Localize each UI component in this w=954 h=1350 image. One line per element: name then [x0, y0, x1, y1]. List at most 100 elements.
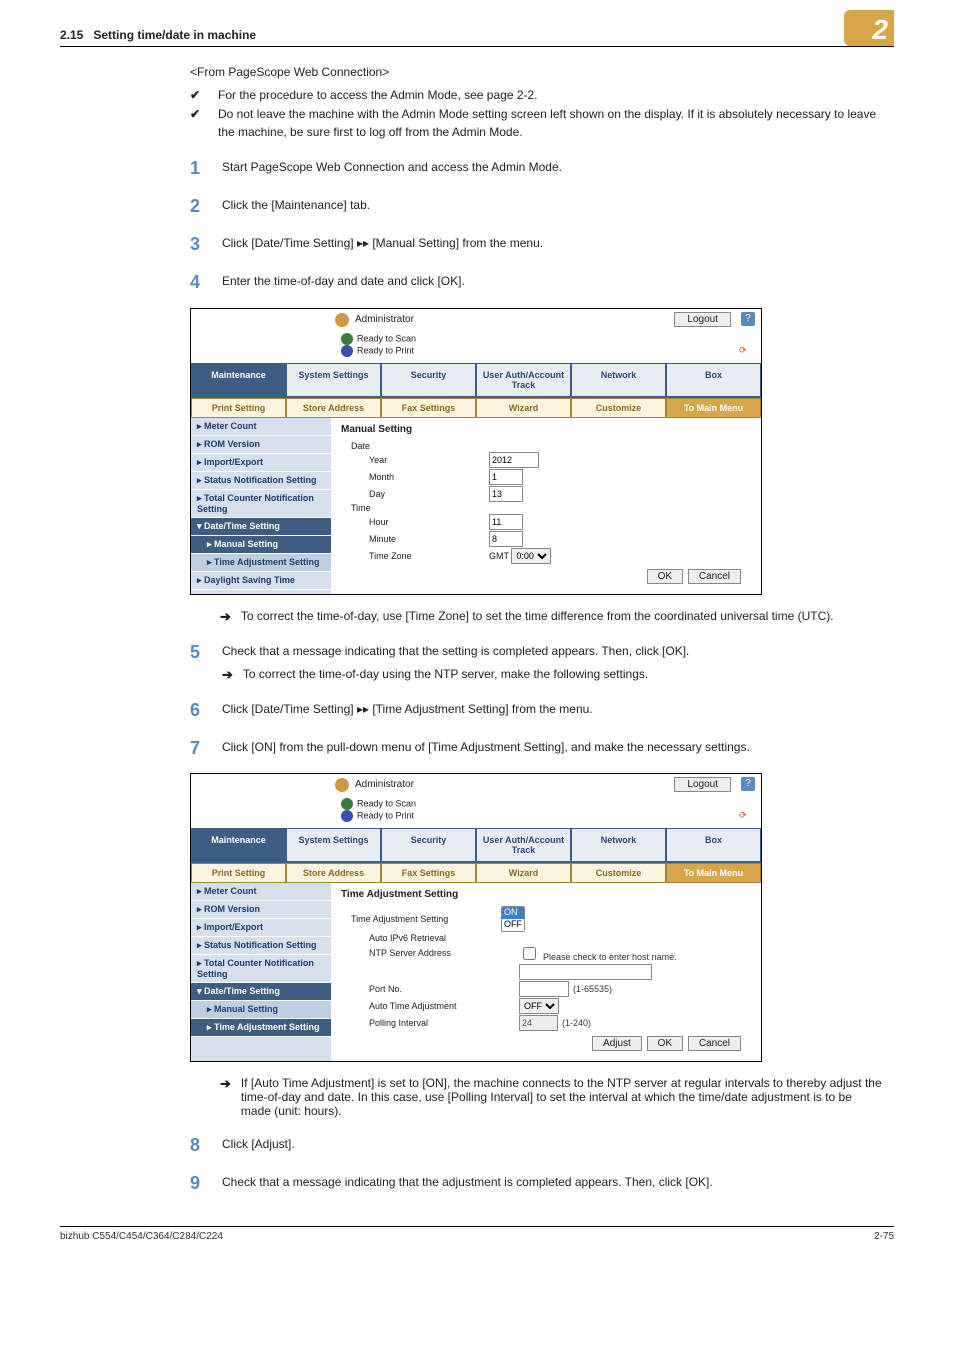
tab-system[interactable]: System Settings — [286, 363, 381, 396]
subtab-store[interactable]: Store Address — [286, 863, 381, 883]
cancel-button[interactable]: Cancel — [688, 569, 741, 584]
step-text: Check that a message indicating that the… — [222, 1170, 884, 1191]
side-import[interactable]: ▸ Import/Export — [191, 454, 331, 472]
month-label: Month — [341, 472, 489, 482]
tab-user[interactable]: User Auth/Account Track — [476, 363, 571, 396]
step-number: 6 — [190, 697, 204, 723]
ntp-address-input[interactable] — [519, 964, 652, 980]
side-manual[interactable]: ▸ Manual Setting — [191, 1001, 331, 1019]
auto-select[interactable]: OFF — [519, 998, 559, 1014]
side-import[interactable]: ▸ Import/Export — [191, 919, 331, 937]
ok-button[interactable]: OK — [647, 1036, 683, 1051]
timeadj-select[interactable]: ONOFF — [501, 906, 525, 932]
poll-input[interactable] — [519, 1015, 558, 1031]
subtab-fax[interactable]: Fax Settings — [381, 398, 476, 418]
step-sub-text: To correct the time-of-day, use [Time Zo… — [241, 609, 834, 625]
scan-status-icon — [341, 798, 353, 810]
step-text: Click [ON] from the pull-down menu of [T… — [222, 735, 884, 756]
arrow-icon: ➔ — [220, 609, 231, 625]
tab-user[interactable]: User Auth/Account Track — [476, 828, 571, 861]
step-number: 8 — [190, 1132, 204, 1158]
subtab-customize[interactable]: Customize — [571, 398, 666, 418]
side-meter[interactable]: ▸ Meter Count — [191, 418, 331, 436]
adjust-button[interactable]: Adjust — [592, 1036, 642, 1051]
check-mark: ✔ — [190, 87, 204, 104]
port-input[interactable] — [519, 981, 569, 997]
port-label: Port No. — [341, 984, 519, 994]
tab-network[interactable]: Network — [571, 363, 666, 396]
side-meter[interactable]: ▸ Meter Count — [191, 883, 331, 901]
check-mark: ✔ — [190, 106, 204, 141]
side-dst[interactable]: ▸ Daylight Saving Time — [191, 572, 331, 590]
logout-button[interactable]: Logout — [674, 777, 731, 792]
tab-security[interactable]: Security — [381, 828, 476, 861]
subtab-wizard[interactable]: Wizard — [476, 398, 571, 418]
section-number: 2.15 — [60, 28, 83, 42]
subtab-tomain[interactable]: To Main Menu — [666, 398, 761, 418]
subtab-print[interactable]: Print Setting — [191, 398, 286, 418]
side-timeadj[interactable]: ▸ Time Adjustment Setting — [191, 1019, 331, 1037]
ok-button[interactable]: OK — [647, 569, 683, 584]
chapter-badge: 2 — [844, 10, 894, 46]
panel-title: Time Adjustment Setting — [341, 889, 751, 900]
side-rom[interactable]: ▸ ROM Version — [191, 901, 331, 919]
tab-maintenance[interactable]: Maintenance — [191, 828, 286, 861]
help-icon[interactable]: ? — [741, 777, 755, 791]
year-input[interactable] — [489, 452, 539, 468]
tab-maintenance[interactable]: Maintenance — [191, 363, 286, 396]
intro-heading: <From PageScope Web Connection> — [190, 65, 884, 79]
subtab-customize[interactable]: Customize — [571, 863, 666, 883]
side-rom[interactable]: ▸ ROM Version — [191, 436, 331, 454]
screenshot-manual-setting: Administrator Logout ? Ready to Scan Rea… — [190, 308, 762, 595]
ntp-check[interactable] — [523, 947, 536, 960]
side-total-counter[interactable]: ▸ Total Counter Notification Setting — [191, 490, 331, 518]
cancel-button[interactable]: Cancel — [688, 1036, 741, 1051]
subtab-print[interactable]: Print Setting — [191, 863, 286, 883]
side-timeadj[interactable]: ▸ Time Adjustment Setting — [191, 554, 331, 572]
subtab-wizard[interactable]: Wizard — [476, 863, 571, 883]
print-status-icon — [341, 345, 353, 357]
reload-icon[interactable]: ⟳ — [739, 810, 753, 824]
hour-label: Hour — [341, 517, 489, 527]
tz-select[interactable]: 0:00 — [511, 548, 551, 564]
arrow-icon: ➔ — [222, 666, 233, 685]
footer-page: 2-75 — [874, 1231, 894, 1242]
logout-button[interactable]: Logout — [674, 312, 731, 327]
subtab-tomain[interactable]: To Main Menu — [666, 863, 761, 883]
day-input[interactable] — [489, 486, 523, 502]
reload-icon[interactable]: ⟳ — [739, 345, 753, 359]
hour-input[interactable] — [489, 514, 523, 530]
tab-box[interactable]: Box — [666, 828, 761, 861]
ntp-label: NTP Server Address — [341, 948, 519, 958]
step-sub-text: To correct the time-of-day using the NTP… — [243, 666, 648, 685]
side-manual[interactable]: ▸ Manual Setting — [191, 536, 331, 554]
step-text: Click [Date/Time Setting] ▸▸ [Time Adjus… — [222, 697, 884, 718]
side-status-notif[interactable]: ▸ Status Notification Setting — [191, 937, 331, 955]
side-datetime[interactable]: ▾ Date/Time Setting — [191, 983, 331, 1001]
tab-security[interactable]: Security — [381, 363, 476, 396]
subtab-store[interactable]: Store Address — [286, 398, 381, 418]
section-title: Setting time/date in machine — [93, 28, 256, 42]
side-status-notif[interactable]: ▸ Status Notification Setting — [191, 472, 331, 490]
month-input[interactable] — [489, 469, 523, 485]
tab-system[interactable]: System Settings — [286, 828, 381, 861]
tab-network[interactable]: Network — [571, 828, 666, 861]
help-icon[interactable]: ? — [741, 312, 755, 326]
step-text: Click [Date/Time Setting] ▸▸ [Manual Set… — [222, 231, 884, 252]
side-total-counter[interactable]: ▸ Total Counter Notification Setting — [191, 955, 331, 983]
tab-box[interactable]: Box — [666, 363, 761, 396]
ready-scan: Ready to Scan — [357, 798, 416, 808]
ipv6-label: Auto IPv6 Retrieval — [341, 933, 519, 943]
step-number: 7 — [190, 735, 204, 761]
step-number: 9 — [190, 1170, 204, 1196]
ready-print: Ready to Print — [357, 345, 414, 355]
subtab-fax[interactable]: Fax Settings — [381, 863, 476, 883]
step-sub-text: If [Auto Time Adjustment] is set to [ON]… — [241, 1076, 884, 1118]
step-number: 2 — [190, 193, 204, 219]
ntp-check-label: Please check to enter host name. — [543, 952, 677, 962]
step-text: Check that a message indicating that the… — [222, 643, 884, 660]
minute-input[interactable] — [489, 531, 523, 547]
side-datetime[interactable]: ▾ Date/Time Setting — [191, 518, 331, 536]
ready-print: Ready to Print — [357, 810, 414, 820]
day-label: Day — [341, 489, 489, 499]
